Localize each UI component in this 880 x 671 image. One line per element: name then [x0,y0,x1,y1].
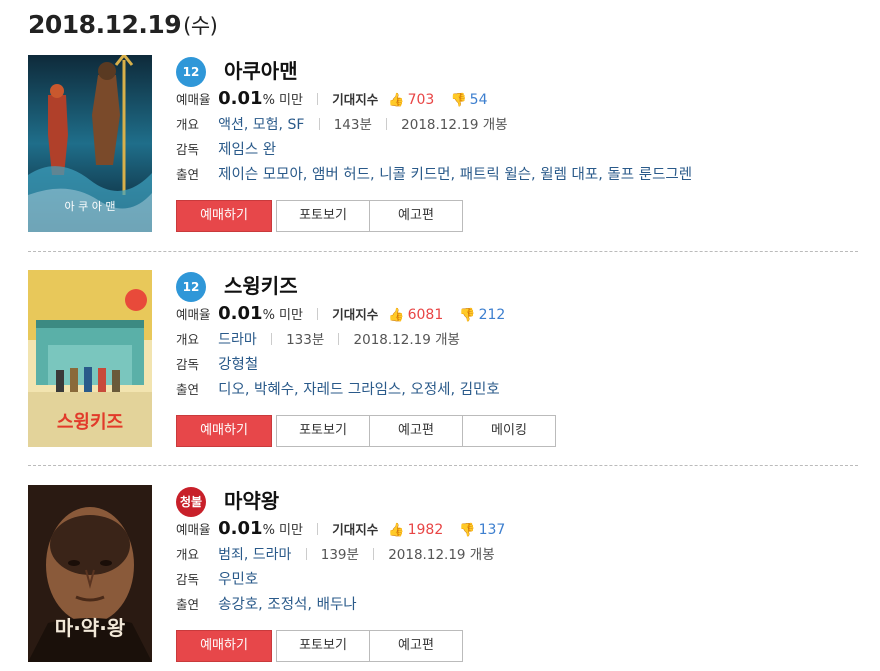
book-button[interactable]: 예매하기 [176,200,272,232]
director-label: 감독 [176,142,200,157]
genre: 드라마 [218,332,257,348]
separator [317,93,319,105]
photo-button[interactable]: 포토보기 [276,200,370,232]
rate-suffix: % 미만 [262,523,303,538]
separator [317,523,319,535]
runtime: 139분 [320,547,359,563]
runtime: 133분 [286,332,325,348]
summary-label: 개요 [176,547,200,562]
thumbs-up-icon: 👍 [388,308,405,323]
separator [318,118,320,130]
expect-label: 기대지수 [332,307,379,322]
like-count: 6081 [407,307,444,323]
expect-label: 기대지수 [332,92,379,107]
genre: 액션, 모험, SF [218,117,305,133]
trailer-button[interactable]: 예고편 [369,415,463,447]
poster-title-text: 아 쿠 아 맨 [65,200,116,213]
cast-label: 출연 [176,382,200,397]
release-date: 2018.12.19 개봉 [388,547,495,563]
poster-title-text: 스윙키즈 [57,412,123,433]
dislike-count: 54 [469,92,488,108]
rate-label: 예매율 [176,92,211,107]
thumbs-up-icon: 👍 [388,523,405,538]
cast-list[interactable]: 송강호, 조정석, 배두나 [218,597,357,613]
separator [373,548,375,560]
like-count: 703 [407,92,435,108]
genre: 범죄, 드라마 [218,547,292,563]
director[interactable]: 제임스 완 [218,142,276,158]
movie-poster[interactable]: 마·약·왕 [28,485,152,662]
cast-list[interactable]: 디오, 박혜수, 자레드 그라임스, 오정세, 김민호 [218,382,500,398]
thumbs-up-icon: 👍 [388,93,405,108]
dislike-count: 212 [478,307,506,323]
dislike-count: 137 [478,522,506,538]
like-count: 1982 [407,522,444,538]
book-button[interactable]: 예매하기 [176,630,272,662]
director-label: 감독 [176,572,200,587]
age-rating-badge: 12 [176,272,206,302]
movie-item: 마·약·왕 청불 마약왕 예매율 0.01% 미만 기대지수 👍 1982 👎 13… [28,485,858,671]
summary-label: 개요 [176,332,200,347]
cast-label: 출연 [176,167,200,182]
rate-label: 예매율 [176,522,211,537]
movie-poster[interactable]: 스윙키즈 [28,270,152,447]
date-heading: 2018.12.19(수) [28,10,218,40]
poster-title-text: 마·약·왕 [55,616,126,640]
movie-item: 스윙키즈 12 스윙키즈 예매율 0.01% 미만 기대지수 👍 6081 👎 21… [28,270,858,470]
director-label: 감독 [176,357,200,372]
age-rating-badge: 청불 [176,487,206,517]
separator [305,548,307,560]
separator [270,333,272,345]
divider [28,251,858,252]
age-rating-badge: 12 [176,57,206,87]
director[interactable]: 우민호 [218,572,258,588]
trailer-button[interactable]: 예고편 [369,200,463,232]
release-date: 2018.12.19 개봉 [353,332,460,348]
runtime: 143분 [333,117,372,133]
photo-button[interactable]: 포토보기 [276,630,370,662]
divider [28,465,858,466]
booking-rate: 0.01 [218,88,263,109]
cast-label: 출연 [176,597,200,612]
rate-suffix: % 미만 [262,93,303,108]
rate-label: 예매율 [176,307,211,322]
thumbs-down-icon: 👎 [450,93,467,108]
movie-title[interactable]: 아쿠아맨 [224,55,298,84]
director[interactable]: 강형철 [218,357,258,373]
expect-label: 기대지수 [332,522,379,537]
separator [338,333,340,345]
date-text: 2018.12.19 [28,10,182,39]
movie-title[interactable]: 스윙키즈 [224,270,298,299]
movie-title[interactable]: 마약왕 [224,485,279,514]
rate-suffix: % 미만 [262,308,303,323]
book-button[interactable]: 예매하기 [176,415,272,447]
booking-rate: 0.01 [218,518,263,539]
cast-list[interactable]: 제이슨 모모아, 앰버 허드, 니콜 키드먼, 패트릭 윌슨, 윌렘 대포, 돌… [218,167,692,183]
booking-rate: 0.01 [218,303,263,324]
movie-poster[interactable]: 아 쿠 아 맨 [28,55,152,232]
thumbs-down-icon: 👎 [459,523,476,538]
making-button[interactable]: 메이킹 [462,415,556,447]
separator [386,118,388,130]
photo-button[interactable]: 포토보기 [276,415,370,447]
movie-item: 아 쿠 아 맨 12 아쿠아맨 예매율 0.01% 미만 기대지수 👍 703 👎… [28,55,858,255]
release-date: 2018.12.19 개봉 [401,117,508,133]
thumbs-down-icon: 👎 [459,308,476,323]
separator [317,308,319,320]
date-day: (수) [183,14,218,38]
summary-label: 개요 [176,117,200,132]
trailer-button[interactable]: 예고편 [369,630,463,662]
